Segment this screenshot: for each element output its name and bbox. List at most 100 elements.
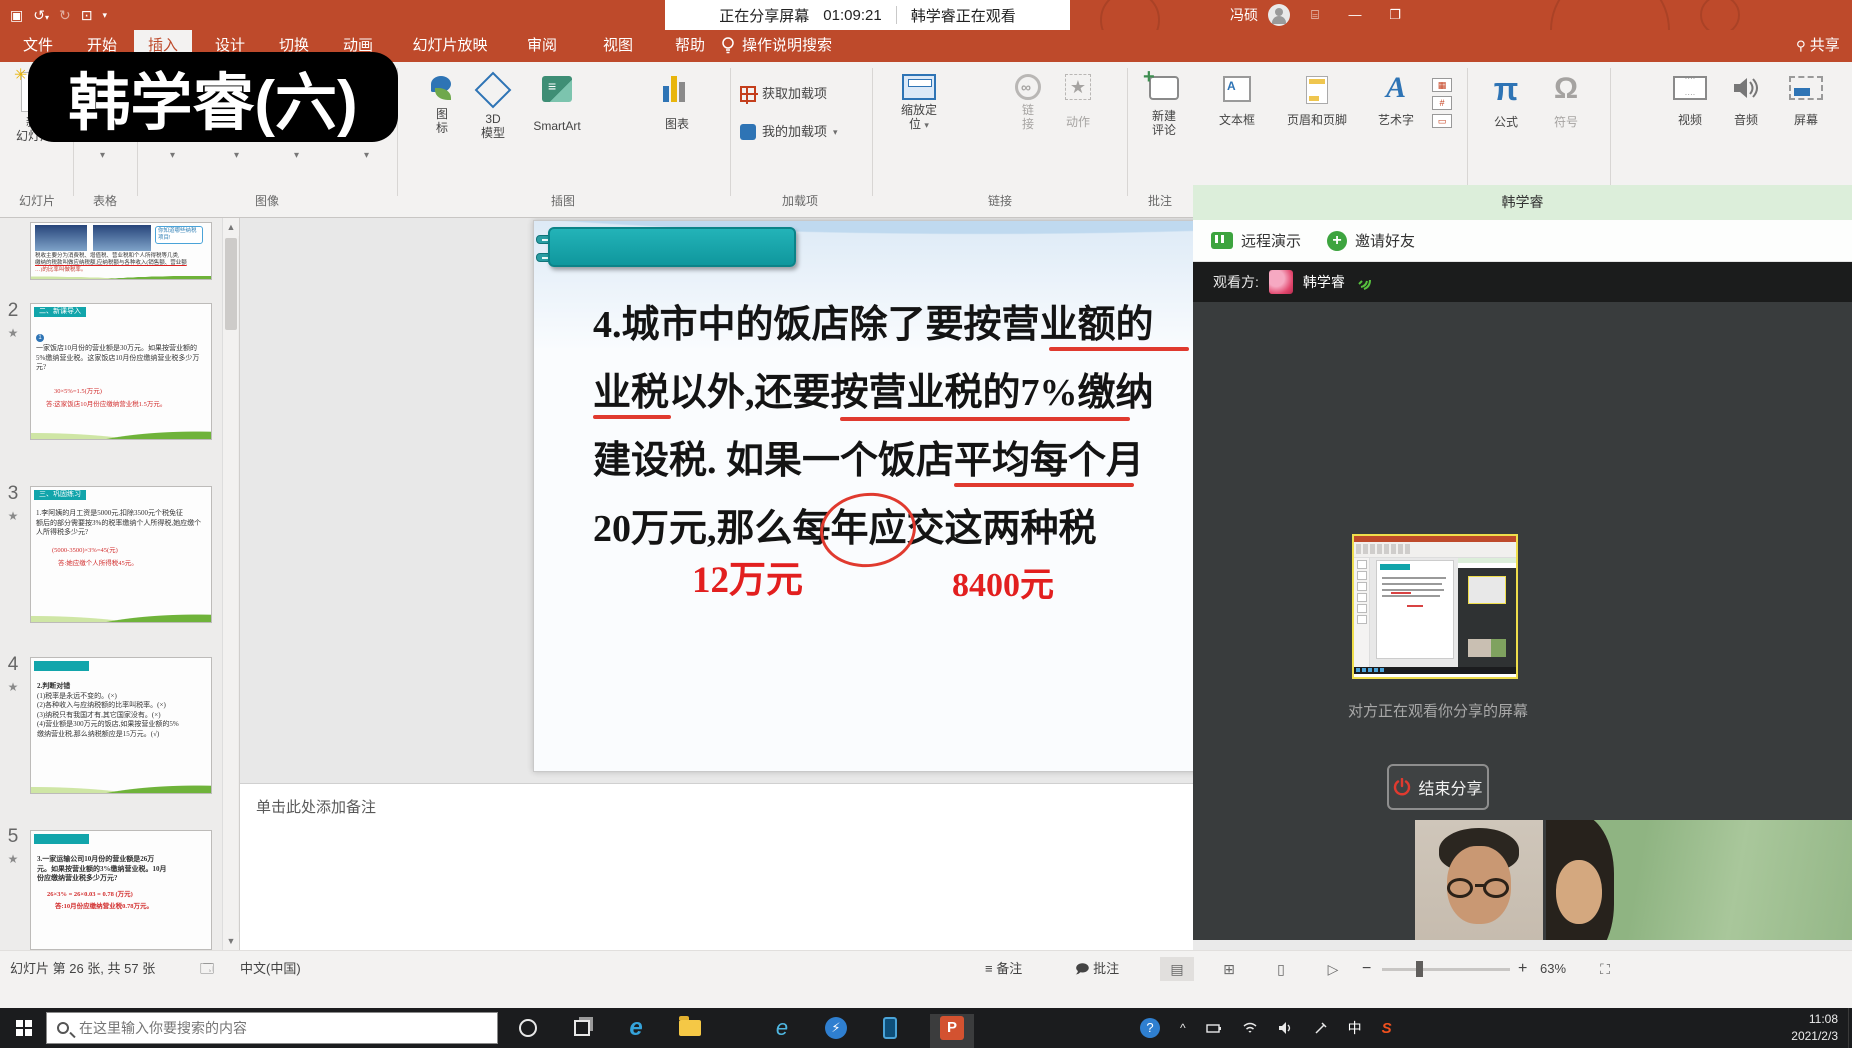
minimize-icon[interactable]: — bbox=[1340, 0, 1370, 30]
webcam-feed-student[interactable]: 韩学睿 bbox=[1415, 820, 1543, 940]
normal-view-button[interactable]: ▤ bbox=[1160, 957, 1194, 981]
search-input[interactable] bbox=[77, 1019, 487, 1037]
reading-view-button[interactable]: ▯ bbox=[1264, 957, 1298, 981]
link-button[interactable]: 链接 bbox=[1008, 74, 1048, 131]
slide-sorter-view-button[interactable]: ⊞ bbox=[1212, 957, 1246, 981]
edge-browser-icon[interactable]: e bbox=[622, 1014, 650, 1042]
help-tray-icon[interactable]: ? bbox=[1140, 1018, 1160, 1038]
zoom-slider[interactable] bbox=[1382, 968, 1510, 971]
tab-view[interactable]: 视图 bbox=[592, 30, 644, 62]
thumbnail-slide-5[interactable]: 3.一家运输公司10月份的营业额是26万 元。如果按营业额的3%缴纳营业税。10… bbox=[30, 830, 212, 950]
remote-demo-button[interactable]: 远程演示 bbox=[1211, 230, 1301, 251]
new-comment-button[interactable]: 新建评论 bbox=[1138, 76, 1190, 137]
tab-review[interactable]: 审阅 bbox=[516, 30, 568, 62]
windows-taskbar: e e ⚡ P ? ^ 中 S 11:08 2021/2/3 bbox=[0, 1008, 1852, 1048]
show-desktop-strip[interactable] bbox=[1848, 1008, 1852, 1048]
invite-friends-button[interactable]: + 邀请好友 bbox=[1327, 230, 1415, 251]
pictures-dropdown-arrow[interactable]: ▾ bbox=[170, 150, 175, 161]
notes-placeholder[interactable]: 单击此处添加备注 bbox=[256, 796, 376, 817]
header-footer-button[interactable]: 页眉和页脚 bbox=[1272, 76, 1362, 127]
zoom-slider-thumb[interactable] bbox=[1416, 961, 1423, 977]
action-button[interactable]: ★ 动作 bbox=[1056, 74, 1100, 129]
sogou-tray-icon[interactable]: S bbox=[1382, 1020, 1392, 1037]
task-view-icon[interactable] bbox=[568, 1014, 596, 1042]
equation-button[interactable]: π 公式 bbox=[1480, 74, 1532, 129]
notes-toggle[interactable]: ≡ 备注 bbox=[985, 959, 1022, 979]
screen-recording-button[interactable]: 屏幕 bbox=[1778, 76, 1834, 127]
audio-button[interactable]: 音频 bbox=[1722, 76, 1770, 127]
cortana-icon[interactable] bbox=[514, 1014, 542, 1042]
taskbar-search[interactable] bbox=[46, 1012, 498, 1044]
wifi-icon[interactable] bbox=[1242, 1021, 1258, 1035]
zoom-out-button[interactable]: − bbox=[1362, 959, 1371, 979]
screenshot-dropdown-arrow[interactable]: ▾ bbox=[234, 150, 239, 161]
zoom-anchor-button[interactable]: 缩放定位 ▾ bbox=[888, 74, 950, 132]
datetime-number-object-buttons[interactable]: ▦ # ▭ bbox=[1432, 78, 1452, 128]
photo-album-dropdown-arrow[interactable]: ▾ bbox=[294, 150, 299, 161]
internet-explorer-icon[interactable]: e bbox=[768, 1014, 796, 1042]
3d-models-button[interactable]: 3D模型 bbox=[470, 74, 516, 140]
my-addins-button[interactable]: 我的加载项 ▾ bbox=[740, 124, 838, 140]
answer-left: 12万元 bbox=[692, 549, 803, 603]
redo-icon[interactable]: ↻ bbox=[59, 0, 71, 30]
spellcheck-icon[interactable]: 🗔 bbox=[200, 959, 214, 979]
save-icon[interactable]: ▣ bbox=[10, 0, 23, 30]
thumb5-answer: 答:10月份应缴纳营业税0.78万元。 bbox=[55, 902, 208, 911]
textbox-button[interactable]: 文本框 bbox=[1208, 76, 1266, 127]
phone-assistant-icon[interactable] bbox=[876, 1014, 904, 1042]
share-button[interactable]: ⚲ 共享 bbox=[1796, 30, 1852, 62]
end-share-button[interactable]: 结束分享 bbox=[1387, 764, 1489, 810]
current-slide[interactable]: 4.城市中的饭店除了要按营业额的 业税以外,还要按营业税的7%缴纳 建设税. 如… bbox=[533, 220, 1193, 772]
thunder-app-icon[interactable]: ⚡ bbox=[822, 1014, 850, 1042]
video-button[interactable]: 视频 bbox=[1665, 76, 1715, 127]
slideshow-view-button[interactable]: ▷ bbox=[1316, 957, 1350, 981]
ribbon-display-options-icon[interactable]: ⌸ bbox=[1300, 0, 1330, 30]
viewer-avatar[interactable] bbox=[1269, 270, 1293, 294]
icons-button[interactable]: 图标 bbox=[420, 74, 464, 135]
fit-slide-to-window-button[interactable]: ⛶ bbox=[1588, 957, 1622, 981]
wordart-button[interactable]: A 艺术字 bbox=[1368, 74, 1424, 127]
tell-me-search[interactable]: 操作说明搜索 bbox=[742, 30, 862, 62]
table-dropdown-arrow[interactable]: ▾ bbox=[100, 150, 105, 161]
thumbnail-slide-2[interactable]: 二、新课导入 1 一家饭店10月份的营业额是30万元。如果按营业额的 5%缴纳营… bbox=[30, 303, 212, 440]
customize-qat-icon[interactable]: ▾ bbox=[102, 0, 107, 30]
thumbnail-slide-3[interactable]: 三、巩固练习 1.李阿姨的月工资是5000元,扣除3500元个税免征 额后的部分… bbox=[30, 486, 212, 623]
ime-language-indicator[interactable]: 中 bbox=[1348, 1018, 1362, 1038]
chart-button[interactable]: 图表 bbox=[652, 76, 702, 131]
taskbar-clock[interactable]: 11:08 2021/2/3 bbox=[1791, 1011, 1838, 1045]
pen-link-icon[interactable] bbox=[1314, 1021, 1328, 1035]
titlebar-account-area: 冯硕 ⌸ — ❐ bbox=[1230, 0, 1410, 30]
file-explorer-icon[interactable] bbox=[676, 1014, 704, 1042]
tab-slideshow[interactable]: 幻灯片放映 bbox=[398, 30, 502, 62]
webcam-feed-teacher[interactable] bbox=[1546, 820, 1852, 940]
zoom-in-button[interactable]: + bbox=[1518, 959, 1527, 979]
smartart-button[interactable]: SmartArt bbox=[524, 76, 590, 133]
language-indicator[interactable]: 中文(中国) bbox=[240, 959, 301, 979]
thumbnail-scrollbar[interactable]: ▲ ▼ bbox=[222, 218, 238, 950]
comments-toggle[interactable]: 🗩 批注 bbox=[1075, 959, 1119, 979]
call-window-titlebar[interactable]: 韩学睿 bbox=[1193, 185, 1852, 220]
account-name[interactable]: 冯硕 bbox=[1230, 0, 1258, 30]
restore-icon[interactable]: ❐ bbox=[1380, 0, 1410, 30]
symbol-button[interactable]: Ω 符号 bbox=[1540, 74, 1592, 129]
volume-icon[interactable] bbox=[1278, 1021, 1294, 1035]
shapes-dropdown-arrow[interactable]: ▾ bbox=[364, 150, 369, 161]
start-button[interactable] bbox=[16, 1020, 32, 1036]
get-addins-button[interactable]: 获取加载项 bbox=[740, 86, 827, 102]
notes-pane[interactable]: 单击此处添加备注 bbox=[240, 783, 1193, 950]
undo-icon[interactable]: ↺▾ bbox=[33, 0, 49, 30]
zoom-percentage[interactable]: 63% bbox=[1540, 959, 1566, 979]
tab-help[interactable]: 帮助 bbox=[664, 30, 716, 62]
thumbnail-slide-1[interactable]: 你知道哪些纳税项目! 税收主要分为消费税、增值税、营业税和个人所得税等几类, 缴… bbox=[30, 222, 212, 280]
object-icon: ▭ bbox=[1432, 114, 1452, 128]
scroll-up-arrow[interactable]: ▲ bbox=[223, 218, 239, 236]
hidden-icons-chevron[interactable]: ^ bbox=[1180, 1021, 1186, 1035]
powerpoint-taskbar-icon[interactable]: P bbox=[930, 1014, 974, 1042]
scroll-down-arrow[interactable]: ▼ bbox=[223, 932, 239, 950]
start-slideshow-icon[interactable]: ⊡ bbox=[81, 0, 93, 30]
battery-icon[interactable] bbox=[1206, 1021, 1222, 1035]
header-footer-label: 页眉和页脚 bbox=[1287, 113, 1347, 127]
account-avatar[interactable] bbox=[1268, 4, 1290, 26]
scrollbar-thumb[interactable] bbox=[225, 238, 237, 330]
thumbnail-slide-4[interactable]: 2.判断对错 (1)税率是永远不变的。(×) (2)各种收入与应纳税额的比率叫税… bbox=[30, 657, 212, 794]
